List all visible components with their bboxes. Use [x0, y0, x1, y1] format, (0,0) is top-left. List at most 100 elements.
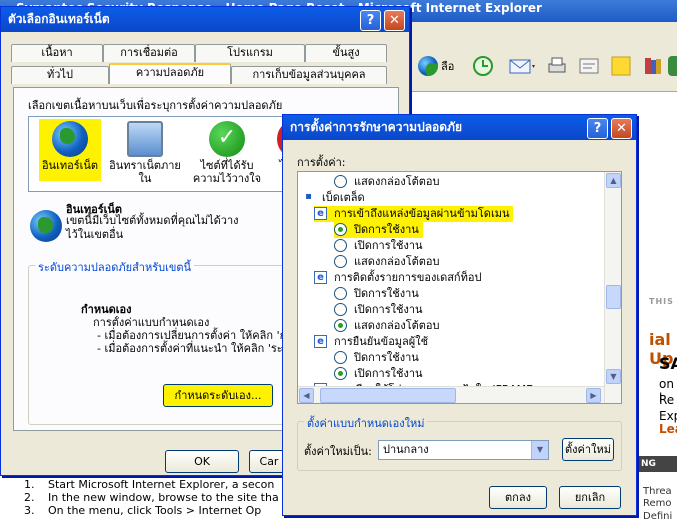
help-button[interactable]: ?: [587, 118, 608, 139]
zone-label: อินทราเน็ตภาย ใน: [109, 159, 181, 185]
scroll-left-icon[interactable]: ◀: [299, 388, 314, 403]
tree-row-label: การยืนยันข้อมูลผู้ใช้: [334, 335, 429, 348]
tab-general[interactable]: ทั่วไป: [11, 66, 109, 84]
tab-connections[interactable]: การเชื่อมต่อ: [103, 44, 195, 62]
reset-level-select[interactable]: ปานกลาง ▼: [378, 440, 549, 460]
ie-toolbar: ลือ: [400, 22, 677, 92]
scroll-up-icon[interactable]: ▲: [606, 173, 621, 188]
mail-icon: [509, 59, 535, 74]
ok-button[interactable]: ตกลง: [489, 486, 547, 509]
web-link[interactable]: Remo: [643, 498, 672, 509]
history-button[interactable]: [472, 52, 494, 80]
print-icon: [548, 57, 566, 73]
reset-level-value: ปานกลาง: [383, 443, 429, 456]
vertical-scrollbar[interactable]: ▲ ▼: [604, 172, 621, 403]
tree-row-label: แสดงกล่องโต้ตอบ: [354, 175, 440, 188]
radio-option[interactable]: ปิดการใช้งาน: [334, 286, 419, 302]
radio-checked-icon[interactable]: [334, 367, 347, 380]
scroll-thumb[interactable]: [320, 388, 456, 403]
radio-icon[interactable]: [334, 175, 347, 188]
scroll-thumb[interactable]: [606, 285, 621, 309]
zone-trusted-sites[interactable]: ✓ ไซต์ที่ได้รับ ความไว้วางใจ: [189, 119, 265, 185]
settings-item: e การยืนยันข้อมูลผู้ใช้: [314, 334, 428, 350]
tab-content[interactable]: เนื้อหา: [11, 44, 103, 62]
web-text: Exp: [659, 409, 677, 423]
radio-checked-icon[interactable]: [334, 223, 347, 236]
zone-local-intranet[interactable]: อินทราเน็ตภาย ใน: [109, 119, 181, 185]
group-label: ตั้งค่าแบบกำหนดเองใหม่: [304, 414, 428, 432]
radio-option[interactable]: แสดงกล่องโต้ตอบ: [334, 318, 439, 334]
ok-button[interactable]: OK: [165, 450, 239, 473]
ie-go-button[interactable]: ลือ: [418, 52, 454, 80]
radio-checked-icon[interactable]: [334, 319, 347, 332]
help-button[interactable]: ?: [360, 10, 381, 31]
radio-option[interactable]: เปิดการใช้งาน: [334, 238, 423, 254]
scroll-down-icon[interactable]: ▼: [606, 369, 621, 384]
web-text: Re: [659, 393, 675, 407]
group-label: ระดับความปลอดภัยสำหรับเขตนี้: [35, 258, 195, 276]
radio-icon[interactable]: [334, 351, 347, 364]
tree-row-label: การเข้าถึงแหล่งข้อมูลผ่านข้ามโดเมน: [334, 207, 510, 220]
research-button[interactable]: [642, 52, 664, 80]
edit-button[interactable]: [578, 52, 600, 80]
ie-setting-icon: e: [314, 335, 327, 348]
radio-option[interactable]: ปิดการใช้งาน: [334, 222, 423, 238]
scroll-right-icon[interactable]: ▶: [586, 388, 601, 403]
reset-button[interactable]: ตั้งค่าใหม่: [562, 438, 614, 461]
custom-level-button[interactable]: กำหนดระดับเอง...: [163, 384, 273, 407]
ie-go-label: ลือ: [441, 60, 455, 73]
print-button[interactable]: [546, 52, 568, 80]
tree-row-label: เปิดการใช้งาน: [354, 239, 423, 252]
ie-setting-icon: e: [314, 207, 327, 220]
radio-icon[interactable]: [334, 239, 347, 252]
radio-option[interactable]: เปิดการใช้งาน: [334, 366, 423, 382]
settings-tree: แสดงกล่องโต้ตอบ ▪ เบ็ดเตล็ด e การเข้าถึงแหล่…: [297, 171, 622, 404]
tab-privacy[interactable]: การเก็บข้อมูลส่วนบุคคล: [231, 66, 387, 84]
discuss-button[interactable]: [610, 52, 632, 80]
radio-icon[interactable]: [334, 303, 347, 316]
messenger-button[interactable]: [668, 52, 677, 80]
radio-icon[interactable]: [334, 287, 347, 300]
web-heading-2: SA: [659, 354, 677, 373]
tab-programs[interactable]: โปรแกรม: [195, 44, 305, 62]
ie-setting-icon: e: [314, 271, 327, 284]
web-page-content: THIS ial Up SA on l Re Exp Lea NG TEC Th…: [633, 92, 677, 522]
folder-icon: ▪: [302, 191, 315, 204]
dialog-title: ตัวเลือกอินเทอร์เน็ต: [8, 12, 110, 26]
reset-to-label: ตั้งค่าใหม่เป็น:: [304, 445, 372, 458]
tree-row-label: เปิดการใช้งาน: [354, 367, 423, 380]
settings-item: e การติดตั้งรายการของเดสก์ท็อป: [314, 270, 481, 286]
web-link[interactable]: Threa: [643, 486, 672, 497]
tab-advanced[interactable]: ขั้นสูง: [305, 44, 387, 62]
reset-group: ตั้งค่าแบบกำหนดเองใหม่ ตั้งค่าใหม่เป็น: …: [297, 414, 622, 471]
zone-internet[interactable]: อินเทอร์เน็ต: [39, 119, 101, 181]
security-settings-dialog: การตั้งค่าการรักษาความปลอดภัย ? ✕ การตั้…: [282, 114, 637, 516]
radio-option[interactable]: เปิดการใช้งาน: [334, 302, 423, 318]
globe-icon: [52, 121, 88, 157]
radio-option[interactable]: แสดงกล่องโต้ตอบ: [334, 254, 439, 270]
horizontal-scrollbar[interactable]: ◀ ▶: [298, 386, 604, 403]
close-button[interactable]: ✕: [384, 10, 405, 31]
mail-button[interactable]: [508, 52, 536, 80]
tab-row-back: เนื้อหา การเชื่อมต่อ โปรแกรม ขั้นสูง: [11, 44, 387, 62]
settings-label: การตั้งค่า:: [297, 156, 346, 169]
settings-category: ▪ เบ็ดเตล็ด: [302, 190, 365, 206]
close-button[interactable]: ✕: [611, 118, 632, 139]
web-learn-link[interactable]: Lea: [659, 422, 677, 436]
radio-icon[interactable]: [334, 255, 347, 268]
dialog-title-bar: การตั้งค่าการรักษาความปลอดภัย ? ✕: [283, 115, 636, 140]
dialog-title: การตั้งค่าการรักษาความปลอดภัย: [290, 120, 463, 134]
tree-row-label: เปิดการใช้งาน: [354, 303, 423, 316]
tree-row-label: แสดงกล่องโต้ตอบ: [354, 319, 440, 332]
cancel-button[interactable]: ยกเลิก: [559, 486, 621, 509]
radio-option[interactable]: แสดงกล่องโต้ตอบ: [334, 174, 439, 190]
tab-security[interactable]: ความปลอดภัย: [109, 63, 231, 84]
chevron-down-icon[interactable]: ▼: [531, 441, 548, 459]
zone-label: ไซต์ที่ได้รับ ความไว้วางใจ: [192, 159, 262, 185]
web-section-bar: NG TEC: [633, 456, 677, 485]
globe-icon: [30, 210, 62, 242]
checkmark-icon: ✓: [209, 121, 245, 157]
step-item: 2. In the new window, browse to the site …: [24, 491, 279, 504]
radio-option[interactable]: ปิดการใช้งาน: [334, 350, 419, 366]
person-icon: [668, 56, 677, 76]
